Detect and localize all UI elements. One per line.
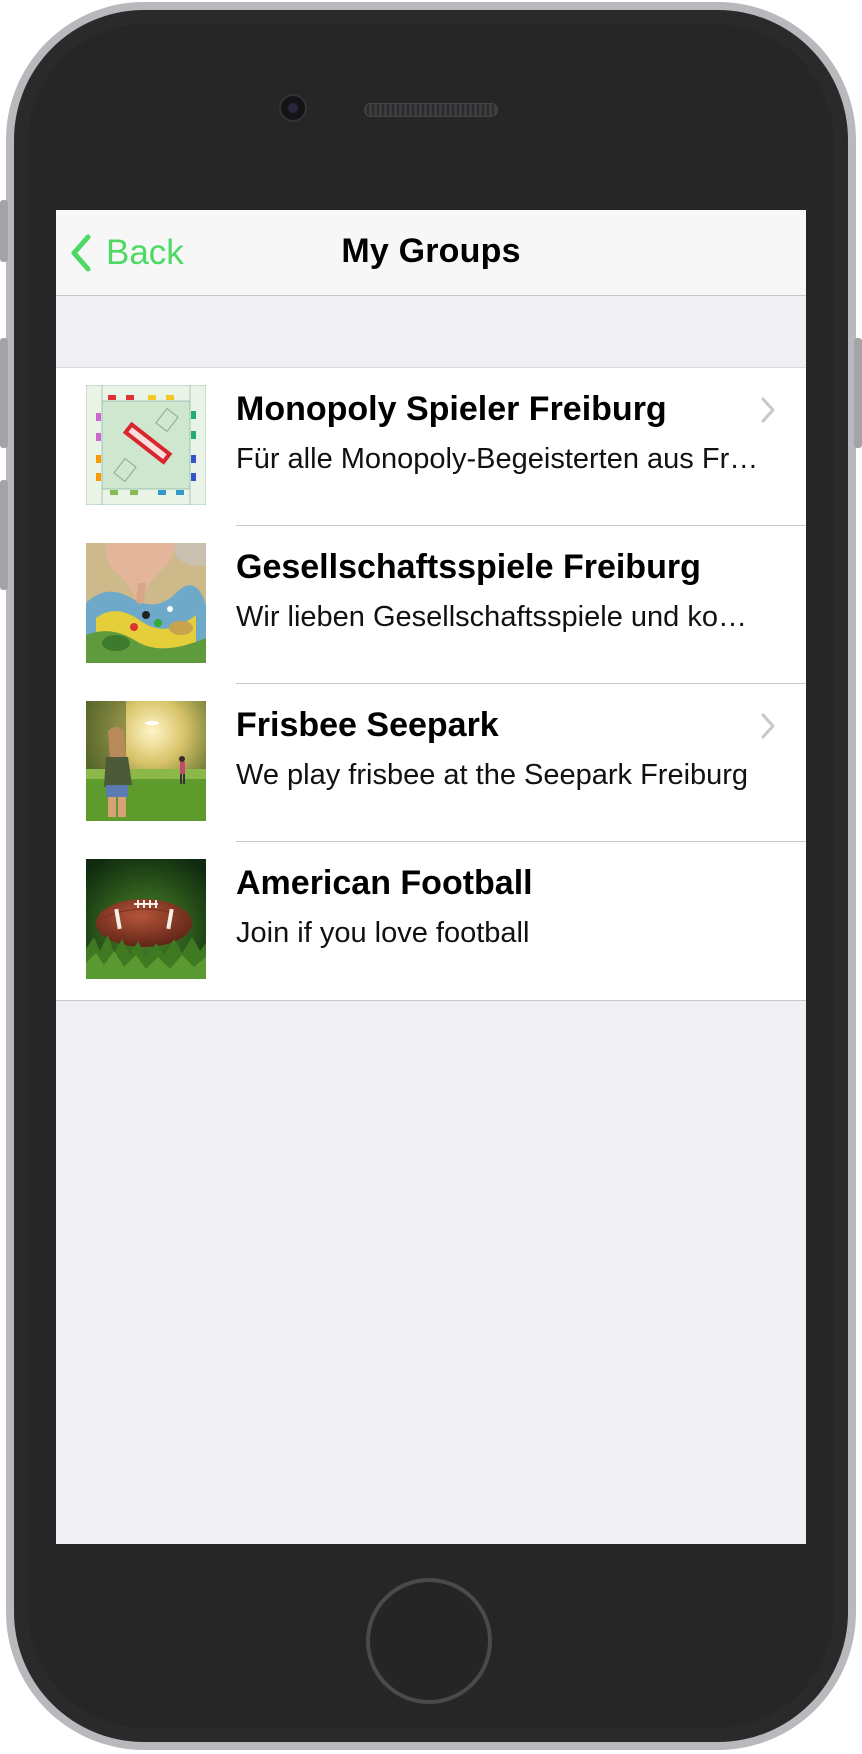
- power-button: [854, 338, 862, 448]
- front-camera: [281, 96, 305, 120]
- page-title: My Groups: [341, 232, 521, 270]
- app-screen: Back My Groups Monopoly Spieler Freiburg…: [56, 210, 806, 1544]
- group-description: Für alle Monopoly-Begeisterten aus Freib…: [236, 443, 768, 475]
- board-game-thumbnail: [86, 543, 206, 663]
- navigation-bar: Back My Groups: [56, 210, 806, 296]
- mute-switch: [0, 200, 8, 262]
- group-row-frisbee[interactable]: Frisbee Seepark We play frisbee at the S…: [56, 684, 806, 842]
- earpiece-speaker: [364, 103, 498, 117]
- group-description: We play frisbee at the Seepark Freiburg: [236, 759, 749, 791]
- group-name: Monopoly Spieler Freiburg: [236, 390, 667, 428]
- home-button[interactable]: [366, 1578, 492, 1704]
- group-name: Frisbee Seepark: [236, 706, 499, 744]
- group-row-gesellschaftsspiele[interactable]: Gesellschaftsspiele Freiburg Wir lieben …: [56, 526, 806, 684]
- football-thumbnail: [86, 859, 206, 979]
- group-row-monopoly[interactable]: Monopoly Spieler Freiburg Für alle Monop…: [56, 368, 806, 526]
- chevron-right-icon: [761, 713, 775, 739]
- volume-up-button: [0, 338, 8, 448]
- frisbee-thumbnail: [86, 701, 206, 821]
- chevron-right-icon: [761, 397, 775, 423]
- group-row-american-football[interactable]: American Football Join if you love footb…: [56, 842, 806, 1000]
- group-description: Wir lieben Gesellschaftsspiele und komme…: [236, 601, 768, 633]
- group-name: Gesellschaftsspiele Freiburg: [236, 548, 701, 586]
- group-list: Monopoly Spieler Freiburg Für alle Monop…: [56, 367, 806, 1001]
- group-description: Join if you love football: [236, 917, 530, 949]
- volume-down-button: [0, 480, 8, 590]
- group-name: American Football: [236, 864, 533, 902]
- monopoly-board-thumbnail: [86, 385, 206, 505]
